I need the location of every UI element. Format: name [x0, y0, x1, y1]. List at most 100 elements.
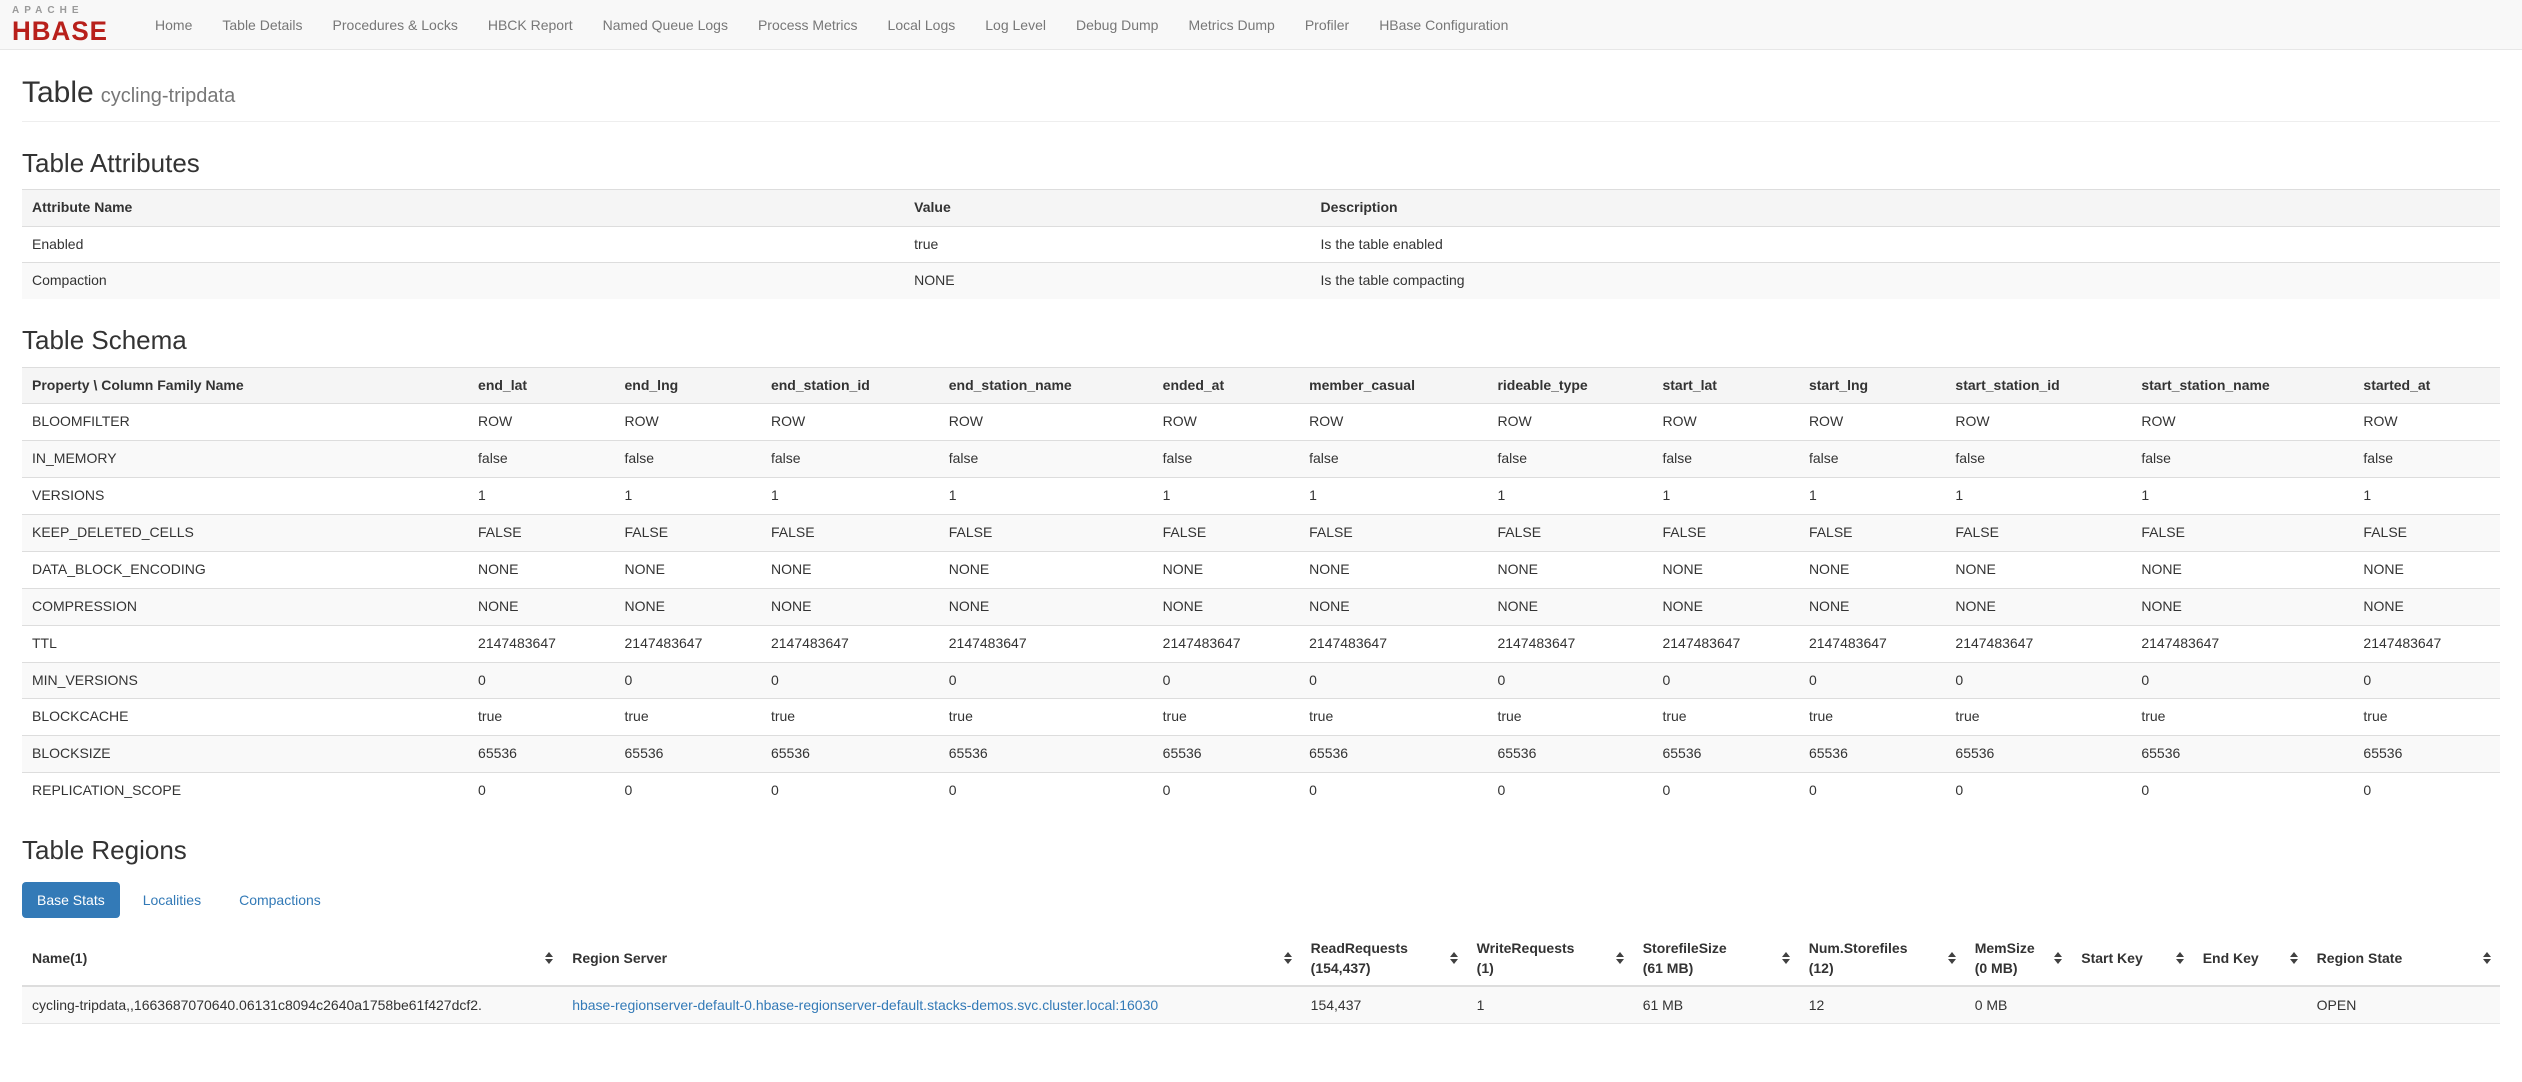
schema-property-value: NONE	[2131, 587, 2354, 626]
schema-property-value: true	[2131, 698, 2354, 736]
schema-family-start-station-id: start_station_id	[1945, 366, 2132, 404]
nav-link-hbck-report[interactable]: HBCK Report	[473, 1, 588, 49]
regions-col-label: Region State	[2316, 950, 2403, 967]
regions-col-storefilesize[interactable]: StorefileSize (61 MB)	[1632, 932, 1799, 987]
page-content: Table cycling-tripdata Table Attributes A…	[0, 76, 2522, 1024]
schema-property-value: true	[760, 698, 939, 736]
regions-col-label: StorefileSize	[1642, 940, 1727, 957]
nav-link-named-queue-logs[interactable]: Named Queue Logs	[588, 1, 743, 49]
nav-link-local-logs[interactable]: Local Logs	[873, 1, 971, 49]
nav-item-metrics-dump: Metrics Dump	[1173, 1, 1289, 49]
tab-base-stats: Base Stats	[22, 882, 120, 919]
region-server-link[interactable]: hbase-regionserver-default-0.hbase-regio…	[572, 997, 1158, 1013]
schema-property-value: 0	[938, 661, 1153, 699]
schema-property-value: NONE	[2353, 587, 2500, 626]
sort-icon[interactable]	[2483, 952, 2491, 965]
schema-property-value: false	[1299, 440, 1488, 478]
regions-col-writerequests[interactable]: WriteRequests (1)	[1466, 932, 1633, 987]
regions-col-label: MemSize	[1974, 940, 2035, 957]
nav-link-hbase-configuration[interactable]: HBase Configuration	[1364, 1, 1523, 49]
schema-property-value: 0	[1487, 661, 1653, 699]
schema-property-value: FALSE	[614, 514, 761, 552]
schema-property-value: 1	[938, 477, 1153, 515]
regions-col-end-key[interactable]: End Key	[2192, 932, 2307, 987]
schema-property-value: 2147483647	[468, 624, 615, 662]
nav-link-process-metrics[interactable]: Process Metrics	[743, 1, 873, 49]
schema-header-row: Property \ Column Family Name end_lat end_…	[22, 366, 2500, 404]
regions-col-region-state[interactable]: Region State	[2306, 932, 2500, 987]
schema-property-value: false	[468, 440, 615, 478]
schema-property-value: 2147483647	[938, 624, 1153, 662]
regions-col-memsize[interactable]: MemSize (0 MB)	[1964, 932, 2072, 987]
table-regions-heading: Table Regions	[22, 835, 187, 865]
schema-property-value: 65536	[1798, 735, 1946, 773]
schema-property-value: NONE	[1652, 550, 1799, 589]
hbase-logo[interactable]: APACHE HBASE	[12, 4, 108, 44]
nav-item-named-queue-logs: Named Queue Logs	[588, 1, 743, 49]
regions-col-num-storefiles[interactable]: Num.Storefiles (12)	[1798, 932, 1965, 987]
nav-link-log-level[interactable]: Log Level	[970, 1, 1061, 49]
schema-property-value: ROW	[468, 403, 615, 441]
tab-localities: Localities	[128, 882, 216, 918]
schema-property-value: true	[2353, 698, 2500, 736]
sort-icon[interactable]	[1781, 952, 1790, 965]
sort-icon[interactable]	[1615, 952, 1624, 965]
sort-icon[interactable]	[1283, 952, 1292, 965]
schema-property-value: NONE	[1299, 587, 1488, 626]
schema-property-name: IN_MEMORY	[22, 440, 469, 478]
sort-icon[interactable]	[545, 952, 554, 965]
regions-col-name-1[interactable]: Name(1)	[22, 932, 563, 987]
sort-icon[interactable]	[2054, 952, 2063, 965]
schema-property-value: 1	[1299, 477, 1488, 515]
schema-property-value: FALSE	[468, 514, 615, 552]
logo-apache-text: APACHE	[12, 4, 84, 16]
table-schema-table: Property \ Column Family Name end_lat end_…	[22, 366, 2500, 809]
region-end-key	[2192, 985, 2307, 1024]
tab-link-base-stats[interactable]: Base Stats	[22, 882, 120, 919]
region-write-requests: 1	[1466, 985, 1633, 1024]
schema-property-value: true	[468, 698, 615, 736]
sort-down-arrow	[2054, 959, 2063, 965]
schema-property-value: true	[1299, 698, 1488, 736]
tab-link-compactions[interactable]: Compactions	[224, 882, 336, 918]
sort-icon[interactable]	[1947, 952, 1956, 965]
sort-up-arrow	[1781, 952, 1790, 958]
nav-item-table-details: Table Details	[207, 1, 317, 49]
nav-link-profiler[interactable]: Profiler	[1290, 1, 1364, 49]
schema-property-value: 1	[468, 477, 615, 515]
sort-up-arrow	[1947, 952, 1956, 958]
regions-col-readrequests[interactable]: ReadRequests (154,437)	[1300, 932, 1467, 987]
nav-item-hbck-report: HBCK Report	[473, 1, 588, 49]
nav-link-home[interactable]: Home	[140, 1, 207, 49]
attributes-col-attribute-name: Attribute Name	[22, 188, 905, 227]
sort-icon[interactable]	[2289, 952, 2298, 965]
schema-row-replication-scope: REPLICATION_SCOPE 0 0 0 0 0 0 0 0 0 0 0 0	[22, 772, 2500, 809]
schema-property-value: 1	[2131, 477, 2354, 515]
nav-link-metrics-dump[interactable]: Metrics Dump	[1173, 1, 1289, 49]
schema-property-value: ROW	[2131, 403, 2354, 441]
sort-down-arrow	[2289, 959, 2298, 965]
nav-link-debug-dump[interactable]: Debug Dump	[1061, 1, 1174, 49]
region-num-storefiles: 12	[1798, 985, 1965, 1024]
table-schema-heading: Table Schema	[22, 325, 187, 356]
navbar-menu: Home Table Details Procedures & Locks HBCK …	[140, 1, 1523, 49]
attribute-description: Is the table enabled	[1310, 225, 2500, 263]
sort-up-arrow	[2289, 952, 2298, 958]
tab-link-localities[interactable]: Localities	[128, 882, 216, 918]
schema-family-end-lng: end_lng	[614, 366, 761, 404]
sort-icon[interactable]	[2175, 952, 2184, 965]
table-regions-table: Name(1) Region Server ReadRequests (154,437…	[22, 932, 2500, 1024]
schema-property-value: false	[1152, 440, 1300, 478]
schema-property-value: 65536	[760, 735, 939, 773]
regions-col-region-server[interactable]: Region Server	[562, 932, 1301, 987]
schema-property-value: NONE	[468, 587, 615, 626]
schema-property-value: 0	[760, 661, 939, 699]
schema-property-value: 0	[760, 772, 939, 809]
schema-property-value: 1	[2353, 477, 2500, 515]
regions-col-start-key[interactable]: Start Key	[2071, 932, 2193, 987]
sort-down-arrow	[1947, 959, 1956, 965]
schema-property-value: 0	[468, 661, 615, 699]
sort-icon[interactable]	[1449, 952, 1458, 965]
nav-link-procedures-locks[interactable]: Procedures & Locks	[318, 1, 473, 49]
nav-link-table-details[interactable]: Table Details	[207, 1, 317, 49]
